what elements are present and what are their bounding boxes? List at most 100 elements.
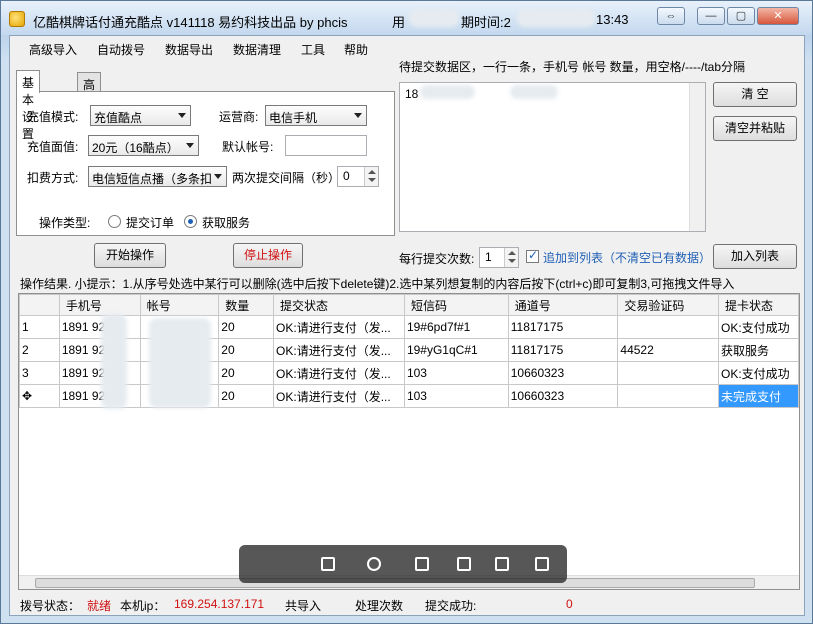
dial-status-label: 拨号状态： [20, 599, 81, 613]
cell-channel[interactable]: 11817175 [507, 338, 619, 362]
cell-verify-code[interactable] [617, 361, 719, 385]
cell-sms-code[interactable]: 19#yG1qC#1 [403, 338, 509, 362]
table-row[interactable]: ✥ 1891 9285 20 OK:请进行支付（发... 103 1066032… [19, 384, 799, 408]
cell-quantity[interactable]: 20 [218, 361, 275, 385]
add-list-button[interactable]: 加入列表 [713, 244, 797, 269]
cell-verify-code[interactable] [617, 315, 719, 339]
col-channel[interactable]: 通道号 [507, 294, 619, 316]
minimize-button[interactable]: — [697, 7, 725, 25]
cell-card-status[interactable]: 获取服务 [717, 338, 799, 362]
close-button[interactable]: ✕ [757, 7, 799, 25]
cell-index[interactable]: 3 [19, 361, 60, 385]
col-submit-status[interactable]: 提交状态 [273, 294, 405, 316]
cell-verify-code[interactable]: 44522 [617, 338, 719, 362]
submit-data-textarea[interactable]: 18 [399, 82, 706, 232]
cell-submit-status[interactable]: OK:请进行支付（发... [273, 384, 405, 408]
cell-verify-code[interactable] [617, 384, 719, 408]
carrier-select[interactable]: 电信手机 [265, 105, 367, 126]
clear-button[interactable]: 清 空 [713, 82, 797, 107]
redacted-blur [149, 318, 211, 408]
interval-label: 两次提交间隔（秒）: [232, 171, 344, 185]
col-verify-code[interactable]: 交易验证码 [617, 294, 719, 316]
copy-icon[interactable] [495, 557, 509, 571]
rectangle-capture-icon[interactable] [321, 557, 335, 571]
col-sms-code[interactable]: 短信码 [403, 294, 509, 316]
radio-submit-order[interactable] [108, 215, 121, 228]
menu-help[interactable]: 帮助 [344, 41, 368, 58]
stop-button[interactable]: 停止操作 [233, 243, 303, 268]
cell-phone[interactable]: 1891 9285 [58, 338, 141, 362]
table-row[interactable]: 2 1891 9285 20 OK:请进行支付（发... 19#yG1qC#1 … [19, 338, 799, 362]
cell-phone[interactable]: 1891 9285 [58, 315, 141, 339]
amount-select[interactable]: 20元（16酷点） [88, 135, 199, 156]
arrow-down-icon[interactable] [368, 178, 376, 182]
cell-sms-code[interactable]: 103 [403, 384, 509, 408]
arrow-down-icon[interactable] [508, 259, 516, 263]
ip-label: 本机ip： [120, 599, 166, 613]
cell-card-status[interactable]: OK:支付成功 [717, 361, 799, 385]
save-icon[interactable] [415, 557, 429, 571]
interval-stepper[interactable]: 0 [337, 166, 379, 187]
deduct-select[interactable]: 电信短信点播（多条扣 [88, 166, 227, 187]
refresh-icon[interactable] [367, 557, 381, 571]
radio-get-service[interactable] [184, 215, 197, 228]
col-card-status[interactable]: 提卡状态 [717, 294, 799, 316]
cell-quantity[interactable]: 20 [218, 315, 275, 339]
deduct-select-value: 电信短信点播（多条扣 [92, 172, 213, 186]
col-account[interactable]: 帐号 [139, 294, 220, 316]
cell-channel[interactable]: 11817175 [507, 315, 619, 339]
cell-index[interactable]: ✥ [19, 384, 60, 408]
cell-phone[interactable]: 1891 9285 [58, 384, 141, 408]
cell-sms-code[interactable]: 19#6pd7f#1 [403, 315, 509, 339]
vertical-scrollbar[interactable] [689, 83, 705, 231]
cell-card-status[interactable]: OK:支付成功 [717, 315, 799, 339]
append-label[interactable]: 追加到列表（不清空已有数据） [543, 249, 711, 266]
op-submit-order-label[interactable]: 提交订单 [126, 214, 174, 231]
col-index[interactable] [19, 294, 60, 316]
star-icon[interactable] [457, 557, 471, 571]
swap-button[interactable]: ⇔ [657, 7, 685, 25]
col-phone[interactable]: 手机号 [58, 294, 141, 316]
cell-quantity[interactable]: 20 [218, 338, 275, 362]
cell-channel[interactable]: 10660323 [507, 361, 619, 385]
menu-tools[interactable]: 工具 [301, 41, 325, 58]
stepper-buttons[interactable] [504, 248, 518, 267]
stepper-buttons[interactable] [364, 167, 378, 186]
default-account-input[interactable] [285, 135, 367, 156]
cell-index[interactable]: 1 [19, 315, 60, 339]
start-button[interactable]: 开始操作 [94, 243, 166, 268]
menu-data-clean[interactable]: 数据清理 [233, 41, 281, 58]
arrow-up-icon[interactable] [368, 170, 376, 174]
interval-value: 0 [343, 169, 350, 183]
clear-paste-button[interactable]: 清空并粘贴 [713, 116, 797, 141]
table-row[interactable]: 3 1891 9285 20 OK:请进行支付（发... 103 1066032… [19, 361, 799, 385]
cell-submit-status[interactable]: OK:请进行支付（发... [273, 361, 405, 385]
col-quantity[interactable]: 数量 [218, 294, 275, 316]
menu-advanced-import[interactable]: 高级导入 [29, 41, 77, 58]
mode-label: 充值模式: [27, 110, 79, 124]
mode-select[interactable]: 充值酷点 [90, 105, 191, 126]
cell-card-status[interactable]: 未完成支付 [717, 384, 799, 408]
cell-phone[interactable]: 1891 9285 [58, 361, 141, 385]
cell-sms-code[interactable]: 103 [403, 361, 509, 385]
cell-index[interactable]: 2 [19, 338, 60, 362]
cell-submit-status[interactable]: OK:请进行支付（发... [273, 315, 405, 339]
arrow-up-icon[interactable] [508, 251, 516, 255]
cell-quantity[interactable]: 20 [218, 384, 275, 408]
tab-basic-settings[interactable]: 基本设置 [16, 70, 41, 141]
cell-submit-status[interactable]: OK:请进行支付（发... [273, 338, 405, 362]
append-checkbox[interactable] [526, 248, 539, 263]
op-get-service-label[interactable]: 获取服务 [202, 214, 250, 231]
capture-toolbar-overlay [239, 545, 567, 583]
menu-data-export[interactable]: 数据导出 [165, 41, 213, 58]
title-bar[interactable]: 亿酷棋牌话付通充酷点 v141118 易约科技出品 by phcis 用 期时间… [1, 1, 812, 35]
menu-auto-dial[interactable]: 自动拨号 [97, 41, 145, 58]
maximize-button[interactable]: ▢ [727, 7, 755, 25]
basic-settings-panel: 充值模式: 充值酷点 运营商: 电信手机 充值面值: 20元（16酷点） 默认帐… [16, 91, 395, 236]
cell-channel[interactable]: 10660323 [507, 384, 619, 408]
table-row[interactable]: 1 1891 9285 20 OK:请进行支付（发... 19#6pd7f#1 … [19, 315, 799, 339]
per-submit-stepper[interactable]: 1 [479, 247, 519, 268]
tab-advanced-settings[interactable]: 高级设置 [77, 72, 102, 143]
share-icon[interactable] [535, 557, 549, 571]
table-header: 手机号 帐号 数量 提交状态 短信码 通道号 交易验证码 提卡状态 [19, 294, 799, 316]
